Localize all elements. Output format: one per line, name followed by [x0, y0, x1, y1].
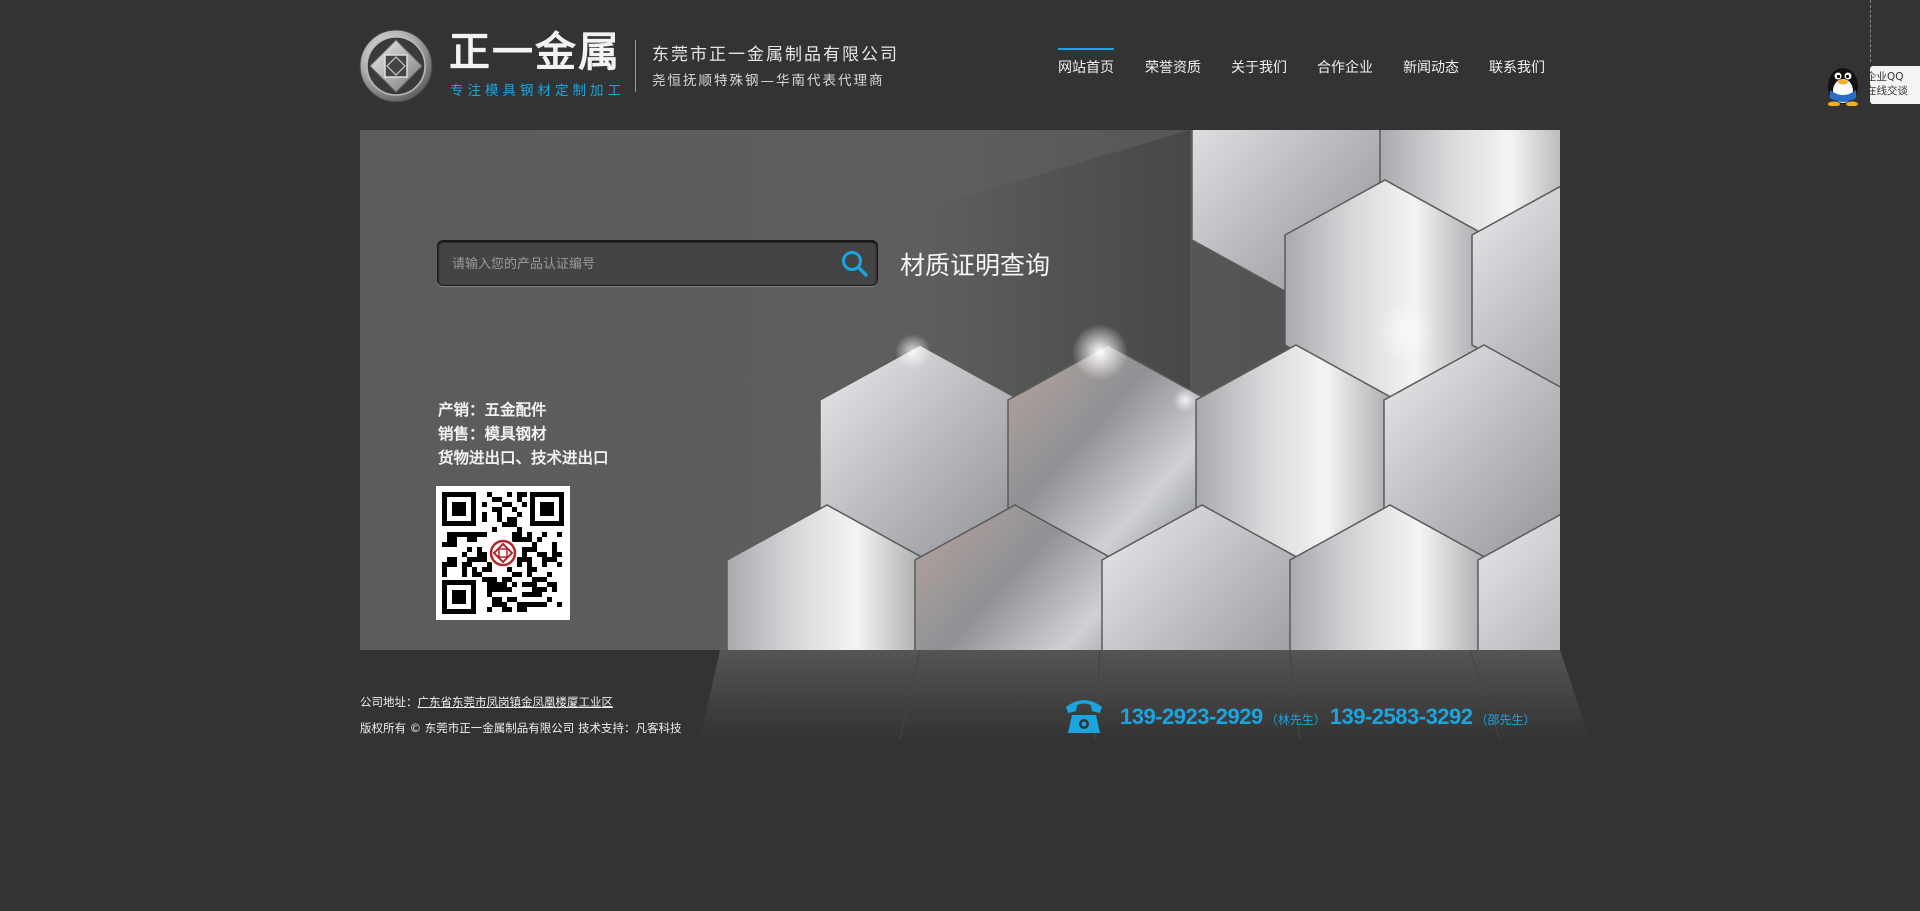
- search-title: 材质证明查询: [900, 251, 1051, 280]
- company-name: 东莞市正一金属制品有限公司: [652, 45, 899, 65]
- address-label: 公司地址：: [360, 695, 418, 709]
- decorative-dash-line: [1870, 0, 1871, 62]
- certificate-search-box: [437, 240, 878, 286]
- business-scope: 产销：五金配件 销售：模具钢材 货物进出口、技术进出口: [438, 398, 609, 470]
- logo-icon[interactable]: [359, 29, 433, 103]
- telephone-icon: [1066, 700, 1102, 733]
- qq-line2: 在线交谈: [1866, 85, 1908, 97]
- nav-home[interactable]: 网站首页: [1058, 48, 1114, 88]
- nav-contact[interactable]: 联系我们: [1489, 48, 1545, 88]
- qr-code-image: [436, 486, 570, 620]
- nav-news[interactable]: 新闻动态: [1403, 48, 1459, 88]
- brand-tagline: 专注模具钢材定制加工: [450, 83, 625, 99]
- phone-number-1[interactable]: 139-2923-2929: [1120, 704, 1263, 729]
- qq-line1: 企业QQ: [1866, 71, 1904, 83]
- nav-about[interactable]: 关于我们: [1231, 48, 1287, 88]
- brand-name: 正一金属: [449, 28, 621, 76]
- business-line-3: 货物进出口、技术进出口: [438, 449, 609, 467]
- footer-address: 公司地址：广东省东莞市凤岗镇金凤凰楼厦工业区: [360, 694, 613, 710]
- penguin-icon: [1828, 68, 1858, 106]
- header-divider: [635, 40, 636, 92]
- nav-partners[interactable]: 合作企业: [1317, 48, 1373, 88]
- contact-person-1: （林先生）: [1265, 713, 1326, 727]
- search-icon[interactable]: [839, 248, 871, 280]
- contact-phones: 139-2923-2929 （林先生） 139-2583-3292 （邵先生）: [1120, 704, 1540, 730]
- business-line-1: 产销：五金配件: [438, 401, 547, 419]
- contact-person-2: （邵先生）: [1475, 713, 1536, 727]
- certificate-search-input[interactable]: [450, 253, 834, 275]
- address-link[interactable]: 广东省东莞市凤岗镇金凤凰楼厦工业区: [418, 695, 614, 709]
- business-line-2: 销售：模具钢材: [438, 425, 547, 443]
- footer-copyright: 版权所有 © 东莞市正一金属制品有限公司 技术支持：凡客科技: [360, 721, 682, 735]
- phone-number-2[interactable]: 139-2583-3292: [1330, 704, 1473, 729]
- qq-chat-widget[interactable]: 企业QQ 在线交谈: [1820, 60, 1920, 106]
- nav-honors[interactable]: 荣誉资质: [1145, 48, 1201, 88]
- hero-banner: 材质证明查询 产销：五金配件 销售：模具钢材 货物进出口、技术进出口: [360, 130, 1560, 650]
- company-subtitle: 尧恒抚顺特殊钢—华南代表代理商: [652, 73, 885, 89]
